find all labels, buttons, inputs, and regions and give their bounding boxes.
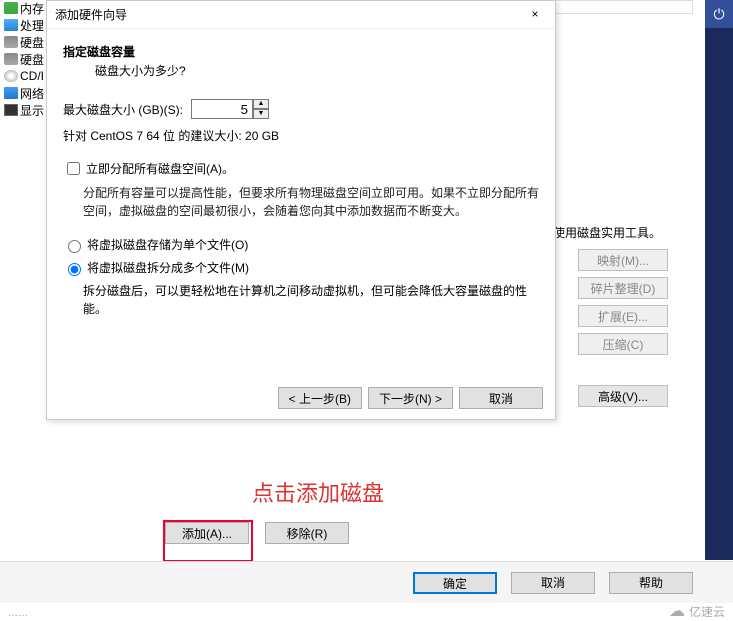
- spinner-down-icon[interactable]: ▼: [253, 109, 269, 119]
- wizard-footer: < 上一步(B) 下一步(N) > 取消: [278, 387, 543, 409]
- hw-item-display[interactable]: 显示: [0, 102, 48, 118]
- map-button[interactable]: 映射(M)...: [578, 249, 668, 271]
- allocate-now-checkbox[interactable]: [67, 162, 80, 175]
- hardware-list-sidebar: 内存 处理 硬盘 硬盘 CD/I 网络 显示: [0, 0, 48, 130]
- dialog-titlebar: 添加硬件向导 ×: [47, 1, 555, 29]
- hw-label: 硬盘: [20, 34, 44, 51]
- multi-file-radio[interactable]: [68, 263, 81, 276]
- advanced-button[interactable]: 高级(V)...: [578, 385, 668, 407]
- multi-file-help-text: 拆分磁盘后，可以更轻松地在计算机之间移动虚拟机，但可能会降低大容量磁盘的性能。: [83, 282, 539, 318]
- close-button[interactable]: ×: [523, 5, 547, 25]
- allocate-help-text: 分配所有容量可以提高性能，但要求所有物理磁盘空间立即可用。如果不立即分配所有空间…: [83, 184, 539, 220]
- watermark-text: 亿速云: [689, 603, 725, 620]
- spinner-up-icon[interactable]: ▲: [253, 99, 269, 109]
- cd-icon: [4, 70, 18, 82]
- dialog-title-text: 添加硬件向导: [55, 6, 127, 23]
- help-button[interactable]: 帮助: [609, 572, 693, 594]
- network-icon: [4, 87, 18, 99]
- max-size-input[interactable]: [191, 99, 253, 119]
- cancel-button[interactable]: 取消: [459, 387, 543, 409]
- cancel-settings-button[interactable]: 取消: [511, 572, 595, 594]
- hw-item-memory[interactable]: 内存: [0, 0, 48, 16]
- wizard-step-heading: 指定磁盘容量: [63, 43, 539, 60]
- hw-item-cd[interactable]: CD/I: [0, 68, 48, 84]
- watermark: ☁ 亿速云: [669, 601, 725, 621]
- annotation-text: 点击添加磁盘: [252, 476, 384, 508]
- disk-utility-label: 使用磁盘实用工具。: [553, 224, 693, 241]
- allocate-now-label: 立即分配所有磁盘空间(A)。: [86, 160, 234, 177]
- max-size-spinner[interactable]: ▲ ▼: [191, 99, 269, 119]
- remove-button[interactable]: 移除(R): [265, 522, 349, 544]
- hw-item-disk1[interactable]: 硬盘: [0, 34, 48, 50]
- hw-item-network[interactable]: 网络: [0, 85, 48, 101]
- hw-label: 处理: [20, 17, 44, 34]
- add-hardware-wizard-dialog: 添加硬件向导 × 指定磁盘容量 磁盘大小为多少? 最大磁盘大小 (GB)(S):…: [46, 0, 556, 420]
- hw-label: 硬盘: [20, 51, 44, 68]
- ok-button[interactable]: 确定: [413, 572, 497, 594]
- memory-icon: [4, 2, 18, 14]
- multi-file-label: 将虚拟磁盘拆分成多个文件(M): [87, 259, 249, 276]
- single-file-label: 将虚拟磁盘存储为单个文件(O): [87, 236, 248, 253]
- window-right-strip: [705, 0, 733, 560]
- next-button[interactable]: 下一步(N) >: [368, 387, 453, 409]
- compress-button[interactable]: 压缩(C): [578, 333, 668, 355]
- hw-label: 网络: [20, 85, 44, 102]
- hw-item-disk2[interactable]: 硬盘: [0, 51, 48, 67]
- display-icon: [4, 104, 18, 116]
- expand-button[interactable]: 扩展(E)...: [578, 305, 668, 327]
- hw-label: 显示: [20, 102, 44, 119]
- settings-bottom-bar: 确定 取消 帮助: [0, 561, 733, 603]
- recommended-size-text: 针对 CentOS 7 64 位 的建议大小: 20 GB: [63, 127, 539, 144]
- disk-icon: [4, 36, 18, 48]
- disk-icon: [4, 53, 18, 65]
- disk-utility-panel: 使用磁盘实用工具。 映射(M)... 碎片整理(D) 扩展(E)... 压缩(C…: [553, 0, 693, 413]
- cloud-icon: ☁: [669, 601, 685, 621]
- back-button[interactable]: < 上一步(B): [278, 387, 362, 409]
- hw-label: 内存: [20, 0, 44, 17]
- annotation-highlight-box: [163, 520, 253, 562]
- cpu-icon: [4, 19, 18, 31]
- max-size-label: 最大磁盘大小 (GB)(S):: [63, 101, 183, 118]
- panel-box: [553, 0, 693, 14]
- power-icon[interactable]: ⏻: [705, 0, 733, 28]
- defrag-button[interactable]: 碎片整理(D): [578, 277, 668, 299]
- footer-hint: ……: [8, 608, 28, 619]
- hw-item-cpu[interactable]: 处理: [0, 17, 48, 33]
- wizard-step-subheading: 磁盘大小为多少?: [95, 62, 539, 79]
- single-file-radio[interactable]: [68, 240, 81, 253]
- hw-label: CD/I: [20, 69, 44, 83]
